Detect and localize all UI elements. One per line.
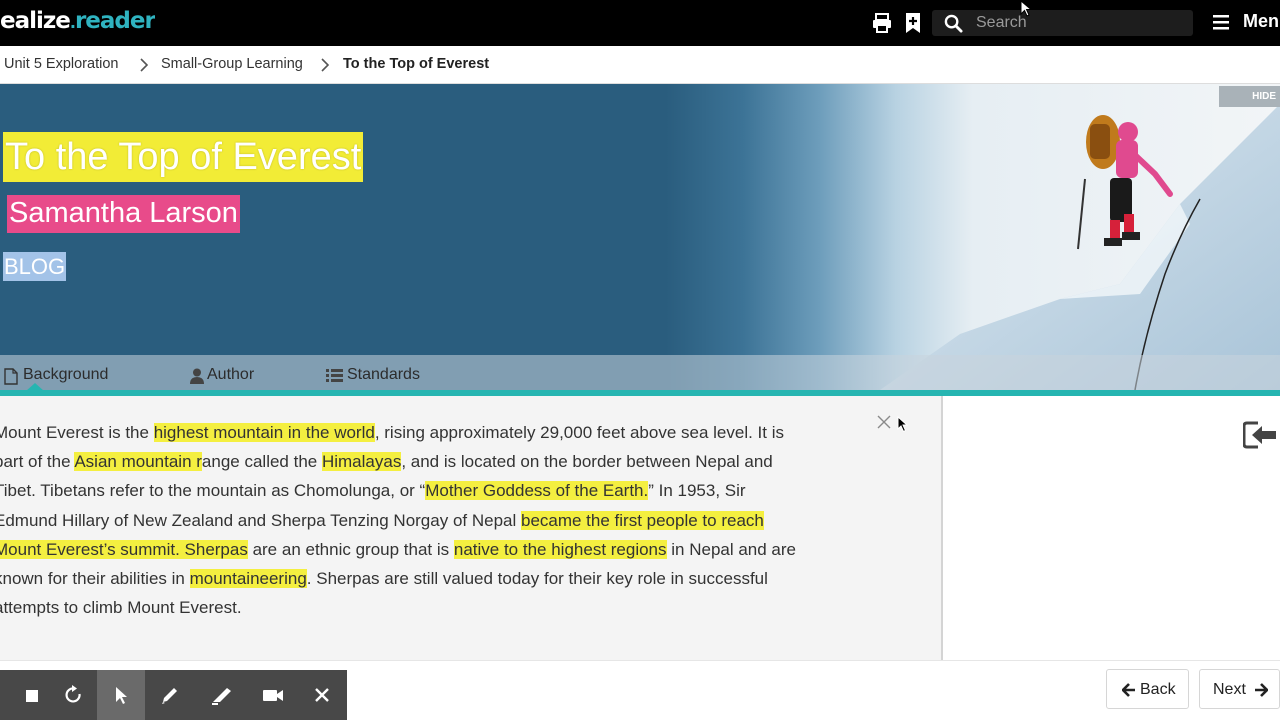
hero-banner: HIDE To the Top of Everest Samantha Lars…	[0, 84, 1280, 390]
undo-tool-button[interactable]	[50, 670, 98, 720]
body-text: known for their abilities in	[0, 568, 190, 588]
highlighted-text: Himalayas	[321, 452, 402, 472]
hamburger-menu-icon	[1213, 15, 1229, 30]
body-text: . Sherpas are still valued today for the…	[306, 568, 768, 588]
video-camera-icon	[263, 690, 283, 701]
collapse-panel-icon[interactable]	[1243, 421, 1277, 449]
highlighted-text: Asian mountain r	[74, 452, 202, 472]
body-text: , rising approximately 29,000 feet above…	[374, 423, 784, 442]
paragraph-line: part of the Asian mountain range called …	[0, 447, 894, 476]
page-title: To the Top of Everest	[3, 132, 364, 182]
body-text: ” In 1953, Sir	[648, 481, 746, 501]
chevron-right-icon	[321, 58, 330, 72]
search-icon[interactable]	[944, 14, 963, 33]
body-text: ange called the	[201, 452, 322, 472]
tab-background[interactable]: Background	[4, 366, 119, 386]
hide-banner-button[interactable]: HIDE	[1219, 86, 1280, 107]
list-icon	[326, 369, 343, 382]
breadcrumb: Unit 5 Exploration Small-Group Learning …	[0, 46, 1280, 84]
annotation-toolbar	[0, 670, 347, 720]
search-box[interactable]	[932, 10, 1193, 36]
breadcrumb-item-small-group[interactable]: Small-Group Learning	[161, 56, 303, 72]
chevron-right-icon	[140, 58, 149, 72]
mouse-cursor-icon	[1020, 0, 1033, 17]
arrow-left-icon	[1122, 683, 1135, 697]
pencil-icon	[162, 688, 177, 704]
body-text: Edmund Hillary of New Zealand and Sherpa…	[0, 510, 521, 530]
body-text: attempts to climb Mount Everest.	[0, 598, 242, 618]
highlighted-text: Mother Goddess of the Earth.	[425, 481, 649, 501]
user-icon	[190, 368, 204, 384]
highlighted-text: mountaineering	[189, 568, 307, 588]
highlighter-icon	[212, 688, 231, 705]
tab-standards-label: Standards	[347, 366, 420, 383]
author-name: Samantha Larson	[7, 195, 240, 233]
body-text: in Nepal and are	[666, 539, 797, 559]
body-text: Tibet. Tibetans refer to the mountain as…	[0, 481, 426, 501]
highlighted-text: native to the highest regions	[453, 539, 667, 559]
body-text: , and is located on the border between N…	[401, 452, 773, 472]
highlighter-tool-button[interactable]	[197, 670, 245, 720]
menu-label: Men	[1243, 11, 1279, 31]
top-bar: ealize.reader Men	[0, 0, 1280, 46]
body-text: part of the	[0, 452, 75, 472]
highlighted-text: highest mountain in the world	[153, 423, 375, 442]
print-icon[interactable]	[871, 12, 893, 34]
breadcrumb-item-unit[interactable]: Unit 5 Exploration	[4, 56, 118, 72]
paragraph-line: Mount Everest’s summit. Sherpas are an e…	[0, 535, 894, 564]
close-icon	[315, 688, 329, 702]
background-paragraph: Mount Everest is the highest mountain in…	[0, 418, 894, 622]
close-panel-icon[interactable]	[876, 414, 892, 430]
genre-label: BLOG	[3, 252, 67, 281]
background-panel: Mount Everest is the highest mountain in…	[0, 396, 943, 660]
tab-author-label: Author	[207, 366, 255, 383]
tab-background-label: Background	[23, 366, 109, 383]
pencil-tool-button[interactable]	[146, 670, 194, 720]
paragraph-line: Edmund Hillary of New Zealand and Sherpa…	[0, 506, 894, 535]
logo-text-realize: ealize	[0, 8, 71, 34]
paragraph-line: Mount Everest is the highest mountain in…	[0, 418, 894, 447]
pointer-tool-button[interactable]	[97, 670, 145, 720]
bookmark-add-icon[interactable]	[903, 12, 925, 34]
info-tabs: Background Author Standards	[0, 355, 1280, 390]
paragraph-line: attempts to climb Mount Everest.	[0, 593, 894, 622]
breadcrumb-item-current: To the Top of Everest	[343, 56, 490, 72]
realize-reader-logo[interactable]: ealize.reader	[0, 8, 155, 38]
undo-icon	[65, 685, 81, 703]
video-tool-button[interactable]	[248, 670, 296, 720]
mouse-cursor-icon	[897, 416, 909, 433]
search-input[interactable]	[976, 12, 1186, 34]
close-toolbar-button[interactable]	[298, 670, 346, 720]
highlighted-text: Mount Everest’s summit. Sherpas	[0, 539, 248, 559]
paragraph-line: Tibet. Tibetans refer to the mountain as…	[0, 476, 894, 505]
back-button[interactable]: Back	[1106, 669, 1189, 709]
highlighted-text: became the first people to reach	[520, 510, 764, 530]
body-text: are an ethnic group that is	[247, 539, 454, 559]
next-button-label: Next	[1213, 681, 1246, 698]
logo-text-reader: reader	[74, 8, 155, 34]
paragraph-line: known for their abilities in mountaineer…	[0, 564, 894, 593]
next-button[interactable]: Next	[1199, 669, 1280, 709]
tab-standards[interactable]: Standards	[326, 366, 426, 386]
tab-author[interactable]: Author	[190, 366, 265, 386]
document-icon	[4, 368, 18, 385]
arrow-right-icon	[1255, 683, 1268, 697]
stop-icon	[26, 690, 38, 702]
side-panel	[945, 396, 1280, 660]
pointer-icon	[116, 687, 127, 704]
body-text: Mount Everest is the	[0, 423, 154, 442]
everest-climber-image	[880, 104, 1280, 390]
stop-tool-button[interactable]	[8, 670, 56, 720]
back-button-label: Back	[1140, 681, 1176, 698]
